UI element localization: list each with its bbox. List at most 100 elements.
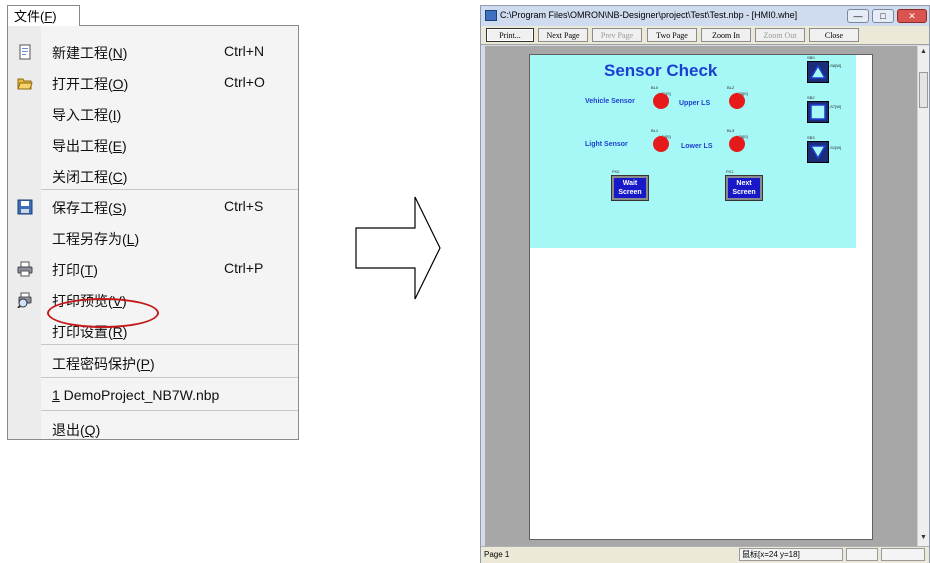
menu-item-key: N	[112, 45, 123, 61]
device-id-label: SB3	[807, 135, 815, 140]
preview-page: Sensor Check Vehicle Sensor Light Sensor…	[529, 54, 873, 540]
menu-item-recent-file[interactable]: 1 DemoProject_NB7W.nbp	[8, 381, 298, 411]
next-screen-button: Next Screen	[725, 175, 763, 201]
status-pane	[881, 548, 925, 561]
app-icon	[485, 10, 497, 21]
func-key-id: FK1	[726, 169, 734, 174]
menu-item-label: 关闭工程(	[52, 169, 113, 185]
print-preview-window: C:\Program Files\OMRON\NB-Designer\proje…	[480, 5, 930, 563]
menu-item-new-project[interactable]: 新建工程(N) Ctrl+N	[8, 37, 298, 67]
menu-item-print[interactable]: 打印(T) Ctrl+P	[8, 254, 298, 284]
status-page: Page 1	[484, 550, 510, 559]
menu-item-password-protect[interactable]: 工程密码保护(P)	[8, 348, 298, 378]
light-sensor-lamp	[653, 136, 669, 152]
menu-item-label: 打印(	[52, 262, 85, 278]
zoom-in-button[interactable]: Zoom In	[701, 28, 751, 42]
minimize-icon: —	[853, 11, 863, 21]
scroll-up-icon[interactable]: ▲	[920, 48, 927, 55]
preview-area: Sensor Check Vehicle Sensor Light Sensor…	[485, 46, 917, 546]
menu-separator	[41, 410, 298, 411]
hmi-screen-preview: Sensor Check Vehicle Sensor Light Sensor…	[530, 55, 856, 248]
lower-ls-lamp	[729, 136, 745, 152]
menu-item-close-project[interactable]: 关闭工程(C)	[8, 161, 298, 191]
menu-item-label: 退出(	[52, 422, 85, 438]
menu-separator	[41, 344, 298, 345]
menu-item-shortcut: Ctrl+O	[224, 74, 265, 90]
wait-screen-button: Wait Screen	[611, 175, 649, 201]
menu-item-key: P	[140, 356, 151, 372]
menu-item-shortcut: Ctrl+S	[224, 198, 264, 214]
lamp-id-label: BL2	[727, 85, 735, 90]
upper-ls-label: Upper LS	[679, 100, 711, 107]
menu-item-label: DemoProject_NB7W.nbp	[59, 387, 220, 403]
maximize-button[interactable]: □	[872, 9, 894, 23]
close-window-button[interactable]: ✕	[897, 9, 927, 23]
device-addr-label: LS7[W]	[828, 104, 842, 109]
device-addr-label: LS1[W]	[828, 145, 842, 150]
menu-item-save-project[interactable]: 保存工程(S) Ctrl+S	[8, 192, 298, 222]
device-id-label: SB2	[807, 95, 815, 100]
down-arrow-switch	[807, 141, 829, 163]
window-titlebar[interactable]: C:\Program Files\OMRON\NB-Designer\proje…	[481, 6, 929, 26]
lamp-id-label: BL3	[727, 128, 735, 133]
save-disk-icon	[17, 199, 33, 215]
func-key-id: FK0	[612, 169, 620, 174]
preview-toolbar: Print... Next Page Prev Page Two Page Zo…	[481, 26, 929, 45]
status-pane	[846, 548, 878, 561]
menu-item-label: 导出工程(	[52, 138, 113, 154]
menu-separator	[41, 189, 298, 190]
vehicle-sensor-label: Vehicle Sensor	[585, 98, 635, 105]
menu-item-key: O	[112, 76, 124, 92]
menu-item-open-project[interactable]: 打开工程(O) Ctrl+O	[8, 68, 298, 98]
close-icon: ✕	[908, 11, 916, 21]
highlight-ellipse	[47, 298, 159, 328]
file-menu-title-end: )	[52, 9, 57, 24]
open-folder-icon	[17, 78, 33, 90]
menu-item-key: Q	[84, 422, 96, 438]
lamp-id-label: BL1	[651, 128, 659, 133]
prev-page-button[interactable]: Prev Page	[592, 28, 642, 42]
status-coordinates: 鼠标[x=24 y=18]	[739, 548, 843, 561]
next-screen-label: Next Screen	[728, 178, 760, 198]
menu-item-label: 打开工程(	[52, 76, 113, 92]
menu-item-import-project[interactable]: 导入工程(I)	[8, 99, 298, 129]
print-button[interactable]: Print...	[486, 28, 534, 42]
device-addr-label: LS6[W]	[828, 63, 842, 68]
file-menu-title-text: 文件(	[14, 9, 45, 24]
scroll-down-icon[interactable]: ▼	[920, 534, 927, 541]
menu-item-label: 工程另存为(	[52, 231, 127, 247]
print-preview-icon	[17, 292, 32, 308]
window-title: C:\Program Files\OMRON\NB-Designer\proje…	[500, 10, 798, 20]
menu-item-exit[interactable]: 退出(Q)	[8, 414, 298, 444]
square-icon	[810, 104, 826, 120]
upper-ls-lamp	[729, 93, 745, 109]
minimize-button[interactable]: —	[847, 9, 869, 23]
zoom-out-button[interactable]: Zoom Out	[755, 28, 805, 42]
close-preview-button[interactable]: Close	[809, 28, 859, 42]
menu-separator	[41, 377, 298, 378]
menu-item-save-as[interactable]: 工程另存为(L)	[8, 223, 298, 253]
scroll-thumb[interactable]	[919, 72, 928, 108]
next-page-button[interactable]: Next Page	[538, 28, 588, 42]
menu-item-key: T	[84, 262, 94, 278]
up-arrow-switch	[807, 61, 829, 83]
maximize-icon: □	[880, 11, 886, 21]
right-arrow-icon	[355, 196, 441, 300]
two-page-button[interactable]: Two Page	[647, 28, 697, 42]
file-menu-panel: 新建工程(N) Ctrl+N 打开工程(O) Ctrl+O 导入工程(I) 导出…	[7, 25, 299, 440]
lamp-id-label: BL0	[651, 85, 659, 90]
menu-item-export-project[interactable]: 导出工程(E)	[8, 130, 298, 160]
status-bar: Page 1 鼠标[x=24 y=18]	[481, 546, 929, 563]
menu-item-key: S	[112, 200, 123, 216]
triangle-up-icon	[809, 64, 827, 79]
menu-item-label: 工程密码保护(	[52, 356, 141, 372]
menu-item-label: 保存工程(	[52, 200, 113, 216]
menu-item-shortcut: Ctrl+P	[224, 260, 264, 276]
menu-item-print-setup[interactable]: 打印设置(R)	[8, 316, 298, 346]
new-project-icon	[19, 44, 31, 60]
menu-item-shortcut: Ctrl+N	[224, 43, 265, 59]
vertical-scrollbar[interactable]: ▲ ▼	[917, 46, 929, 546]
wait-screen-label: Wait Screen	[614, 178, 646, 198]
file-menu-title[interactable]: 文件(F)	[7, 5, 80, 26]
menu-item-key: C	[112, 169, 123, 185]
